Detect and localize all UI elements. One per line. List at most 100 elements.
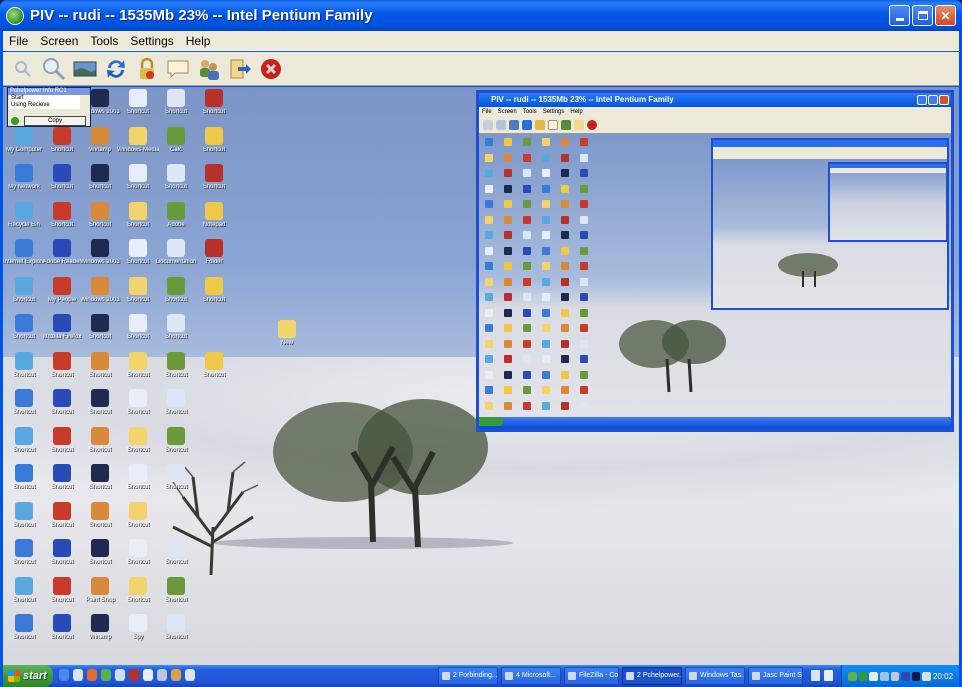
desktop-icon[interactable]: Shortcut (119, 464, 157, 504)
desktop-icon[interactable]: Documentation (156, 239, 196, 279)
desktop-icon[interactable]: Shortcut (43, 164, 81, 204)
quick-launch-icon[interactable] (143, 669, 153, 681)
users-button[interactable] (194, 54, 223, 83)
desktop-icon[interactable]: Shortcut (5, 539, 43, 579)
desktop-icon[interactable]: Adobe Reader (43, 239, 81, 279)
desktop-icon[interactable]: Windows 2003 (80, 276, 120, 317)
desktop-icon[interactable]: Shortcut (5, 314, 43, 354)
desktop-icon[interactable]: Recycle Bin (5, 201, 43, 242)
desktop-icon[interactable]: Shortcut (157, 164, 195, 204)
desktop-icon[interactable]: Shortcut (43, 614, 81, 654)
desktop-icon[interactable]: Shortcut (5, 614, 43, 654)
desktop-icon[interactable]: Shortcut (43, 201, 81, 242)
desktop-icon[interactable]: Shortcut (157, 614, 195, 654)
title-bar[interactable]: PIV -- rudi -- 1535Mb 23% -- Intel Penti… (0, 0, 962, 31)
quick-launch-icon[interactable] (185, 669, 195, 681)
desktop-icon[interactable]: Shortcut (119, 239, 157, 279)
desktop-icon[interactable]: Shortcut (157, 464, 195, 504)
desktop-icon[interactable]: Shortcut (119, 576, 157, 617)
desktop-icon[interactable]: Shortcut (43, 351, 81, 392)
desktop-icon[interactable]: Shortcut (43, 389, 81, 429)
tray-icon[interactable] (858, 671, 868, 681)
tray-icon[interactable] (901, 671, 910, 681)
quick-launch-icon[interactable] (171, 669, 181, 681)
desktop-icon[interactable]: Shortcut (119, 351, 157, 392)
desktop-icon[interactable]: Shortcut (81, 539, 119, 579)
desktop-icon[interactable]: Shortcut (195, 89, 233, 129)
desktop-icon[interactable]: Shortcut (119, 501, 157, 542)
desktop-icon[interactable]: Shortcut (157, 89, 195, 129)
desktop-icon[interactable]: My People (43, 276, 81, 317)
desktop-icon[interactable]: Winamp (81, 126, 119, 167)
desktop-icon[interactable]: Shortcut (5, 576, 43, 617)
minimize-button[interactable] (889, 5, 910, 26)
desktop-icon[interactable]: Notepad (195, 201, 233, 242)
tray-icon[interactable] (848, 671, 857, 681)
menu-screen[interactable]: Screen (34, 34, 84, 48)
desktop-icon[interactable]: Winamp (81, 614, 119, 654)
desktop-icon[interactable]: Shortcut (81, 314, 119, 354)
zoom-out-button[interactable] (8, 54, 37, 83)
tray-icon[interactable] (911, 671, 921, 681)
maximize-button[interactable] (912, 5, 933, 26)
desktop-icon[interactable]: Shortcut (119, 389, 157, 429)
desktop-icon[interactable]: Calc (157, 126, 195, 167)
chat-button[interactable] (163, 54, 192, 83)
menu-help[interactable]: Help (180, 34, 217, 48)
desktop-icon[interactable]: Shortcut (43, 126, 81, 167)
quick-launch-icon[interactable] (73, 669, 83, 681)
desktop-icon[interactable]: Shortcut (5, 276, 43, 317)
desktop-icon[interactable]: Adobe (157, 201, 195, 242)
desktop-icon[interactable]: Shortcut (119, 426, 157, 467)
taskbar-task-active[interactable]: 2 Pchelpower... (622, 667, 682, 685)
taskbar-task[interactable]: Jasc Paint Sh... (748, 667, 803, 685)
desktop-icon[interactable]: My Network (5, 164, 43, 204)
desktop-icon[interactable]: Shortcut (81, 501, 119, 542)
desktop-icon[interactable]: Shortcut (43, 426, 81, 467)
desktop-icon[interactable]: Shortcut (195, 126, 233, 167)
desktop-icon[interactable]: Shortcut (157, 389, 195, 429)
desktop-icon[interactable]: Shortcut (81, 426, 119, 467)
desktop-icon[interactable]: Shortcut (81, 464, 119, 504)
desktop-icon[interactable]: Shortcut (81, 351, 119, 392)
desktop-icon[interactable]: Shortcut (81, 164, 119, 204)
desktop-icon[interactable]: Shortcut (43, 576, 81, 617)
taskbar-lang[interactable] (811, 670, 833, 681)
desktop-icon[interactable]: Shortcut (157, 276, 195, 317)
desktop-icon[interactable]: Shortcut (5, 389, 43, 429)
desktop-icon[interactable]: Shortcut (195, 164, 233, 204)
desktop-icon[interactable]: Shortcut (157, 426, 195, 467)
desktop-icon[interactable]: Shortcut (5, 426, 43, 467)
quick-launch-icon[interactable] (129, 669, 139, 681)
desktop-icon[interactable]: Shortcut (157, 539, 195, 579)
close-button[interactable]: ✕ (935, 5, 956, 26)
desktop-icon[interactable]: Shortcut (43, 539, 81, 579)
tray-icon[interactable] (869, 671, 878, 681)
desktop-icon[interactable]: Shortcut (119, 276, 157, 317)
desktop-icon[interactable]: Spy (119, 614, 157, 654)
desktop-icon[interactable]: Shortcut (5, 464, 43, 504)
quick-launch-icon[interactable] (59, 669, 69, 681)
desktop-icon[interactable]: New (268, 320, 306, 360)
desktop-icon[interactable]: Shortcut (195, 276, 233, 317)
copy-button[interactable]: Copy (24, 116, 86, 126)
quick-launch-icon[interactable] (87, 669, 97, 681)
fit-screen-button[interactable] (70, 54, 99, 83)
zoom-in-button[interactable] (39, 54, 68, 83)
desktop-icon[interactable]: Internet Explorer (3, 239, 45, 279)
transfer-button[interactable] (225, 54, 254, 83)
desktop-icon[interactable]: Shortcut (119, 314, 157, 354)
menu-settings[interactable]: Settings (124, 34, 179, 48)
desktop-icon[interactable]: Shortcut (5, 351, 43, 392)
quick-launch-icon[interactable] (157, 669, 167, 681)
refresh-button[interactable] (101, 54, 130, 83)
desktop-icon[interactable]: Shortcut (81, 389, 119, 429)
taskbar-task[interactable]: 4 Microsoft... (501, 667, 561, 685)
quick-launch-icon[interactable] (101, 669, 111, 681)
desktop-icon[interactable]: Paint Shop (81, 576, 119, 617)
desktop-icon[interactable]: My Computer (5, 126, 43, 167)
desktop-icon[interactable]: Shortcut (119, 89, 157, 129)
desktop-icon[interactable]: Windows 2003 (80, 239, 120, 279)
tray-icon[interactable] (922, 671, 931, 681)
desktop-icon[interactable]: Shortcut (157, 576, 195, 617)
